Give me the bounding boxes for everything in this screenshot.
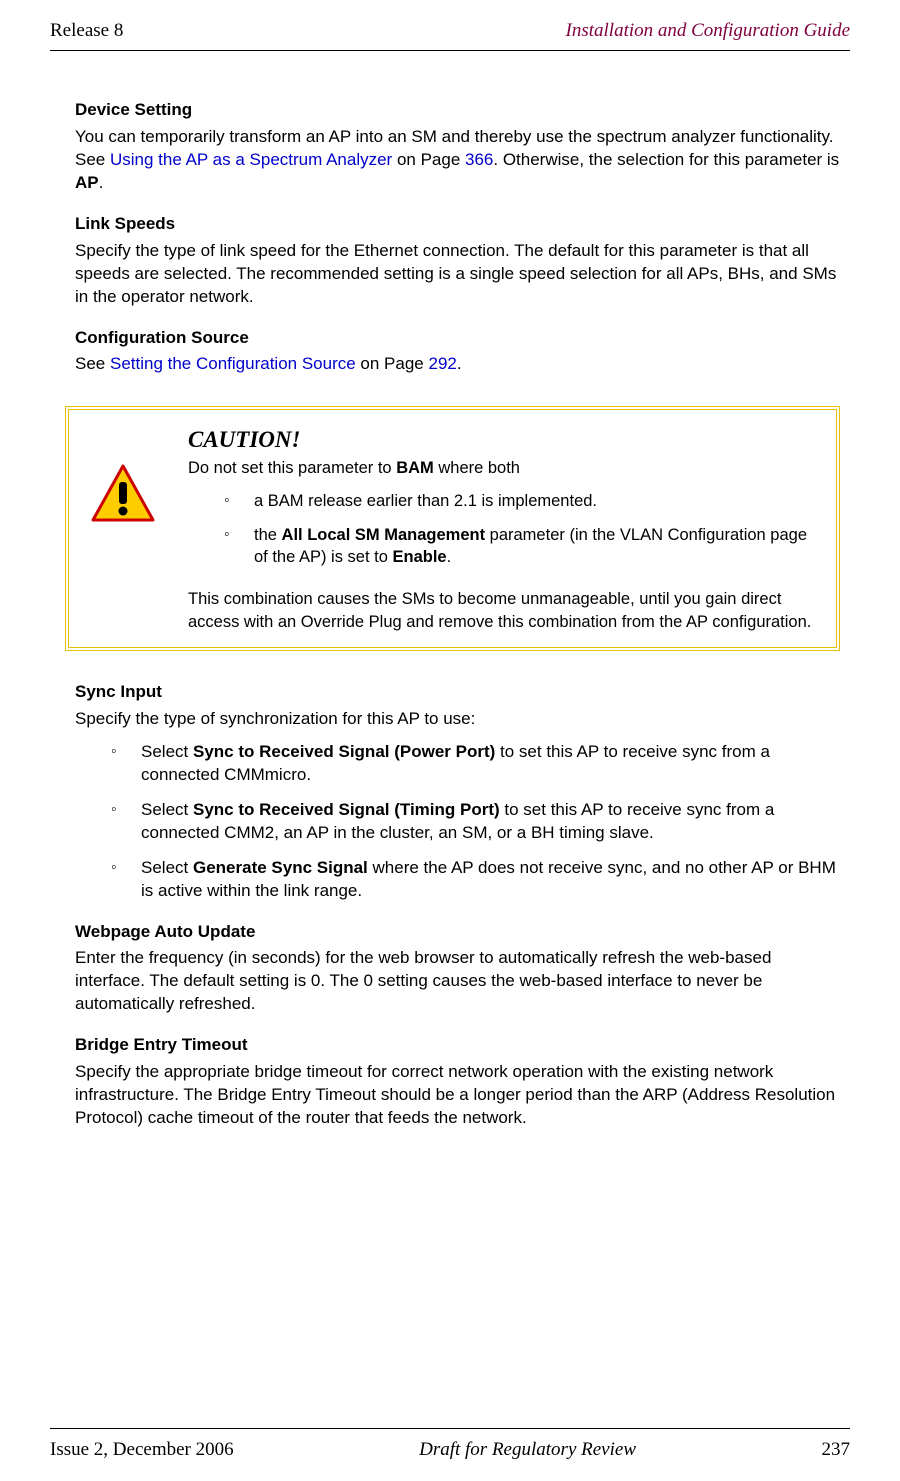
bold-generate-sync: Generate Sync Signal [193, 858, 368, 877]
list-item: Select Generate Sync Signal where the AP… [111, 857, 840, 903]
bold-power-port: Sync to Received Signal (Power Port) [193, 742, 495, 761]
caution-body: CAUTION! Do not set this parameter to BA… [188, 424, 820, 633]
text: Select [141, 742, 193, 761]
para-sync-input-intro: Specify the type of synchronization for … [75, 708, 840, 731]
heading-device-setting: Device Setting [75, 99, 840, 122]
text: Select [141, 800, 193, 819]
bold-bam: BAM [396, 459, 434, 477]
para-device-setting: You can temporarily transform an AP into… [75, 126, 840, 195]
header-right: Installation and Configuration Guide [566, 20, 850, 42]
heading-bridge-entry: Bridge Entry Timeout [75, 1034, 840, 1057]
text: . [99, 173, 104, 192]
text: Do not set this parameter to [188, 459, 396, 477]
page-footer: Issue 2, December 2006 Draft for Regulat… [50, 1428, 850, 1461]
text: on Page [356, 354, 429, 373]
heading-link-speeds: Link Speeds [75, 213, 840, 236]
header-rule [50, 50, 850, 51]
list-item: Select Sync to Received Signal (Power Po… [111, 741, 840, 787]
bold-enable: Enable [393, 548, 447, 566]
text: where both [434, 459, 520, 477]
text: See [75, 354, 110, 373]
list-item: a BAM release earlier than 2.1 is implem… [224, 490, 820, 512]
link-spectrum-analyzer[interactable]: Using the AP as a Spectrum Analyzer [110, 150, 392, 169]
link-config-source[interactable]: Setting the Configuration Source [110, 354, 356, 373]
sync-list: Select Sync to Received Signal (Power Po… [75, 741, 840, 903]
header-left: Release 8 [50, 20, 123, 42]
text: . [447, 548, 452, 566]
para-config-source: See Setting the Configuration Source on … [75, 353, 840, 376]
page-header: Release 8 Installation and Configuration… [50, 20, 850, 42]
text: . [457, 354, 462, 373]
link-page-366[interactable]: 366 [465, 150, 493, 169]
bold-all-local-sm: All Local SM Management [282, 526, 486, 544]
bold-timing-port: Sync to Received Signal (Timing Port) [193, 800, 500, 819]
list-item: Select Sync to Received Signal (Timing P… [111, 799, 840, 845]
heading-sync-input: Sync Input [75, 681, 840, 704]
caution-list: a BAM release earlier than 2.1 is implem… [188, 490, 820, 569]
bold-ap: AP [75, 173, 99, 192]
heading-webpage-auto: Webpage Auto Update [75, 921, 840, 944]
text: the [254, 526, 282, 544]
caution-outro: This combination causes the SMs to becom… [188, 588, 820, 633]
text: on Page [392, 150, 465, 169]
caution-title: CAUTION! [188, 424, 820, 455]
link-page-292[interactable]: 292 [428, 354, 456, 373]
text: . Otherwise, the selection for this para… [493, 150, 839, 169]
caution-icon-wrap [85, 424, 160, 522]
caution-intro: Do not set this parameter to BAM where b… [188, 457, 820, 479]
footer-right: 237 [822, 1439, 851, 1461]
footer-left: Issue 2, December 2006 [50, 1439, 234, 1461]
footer-center: Draft for Regulatory Review [419, 1439, 636, 1461]
main-content: Device Setting You can temporarily trans… [75, 81, 840, 1348]
para-bridge-entry: Specify the appropriate bridge timeout f… [75, 1061, 840, 1130]
text: Select [141, 858, 193, 877]
para-link-speeds: Specify the type of link speed for the E… [75, 240, 840, 309]
heading-config-source: Configuration Source [75, 327, 840, 350]
caution-box: CAUTION! Do not set this parameter to BA… [65, 406, 840, 651]
warning-icon [91, 464, 155, 522]
para-webpage-auto: Enter the frequency (in seconds) for the… [75, 947, 840, 1016]
list-item: the All Local SM Management parameter (i… [224, 524, 820, 569]
